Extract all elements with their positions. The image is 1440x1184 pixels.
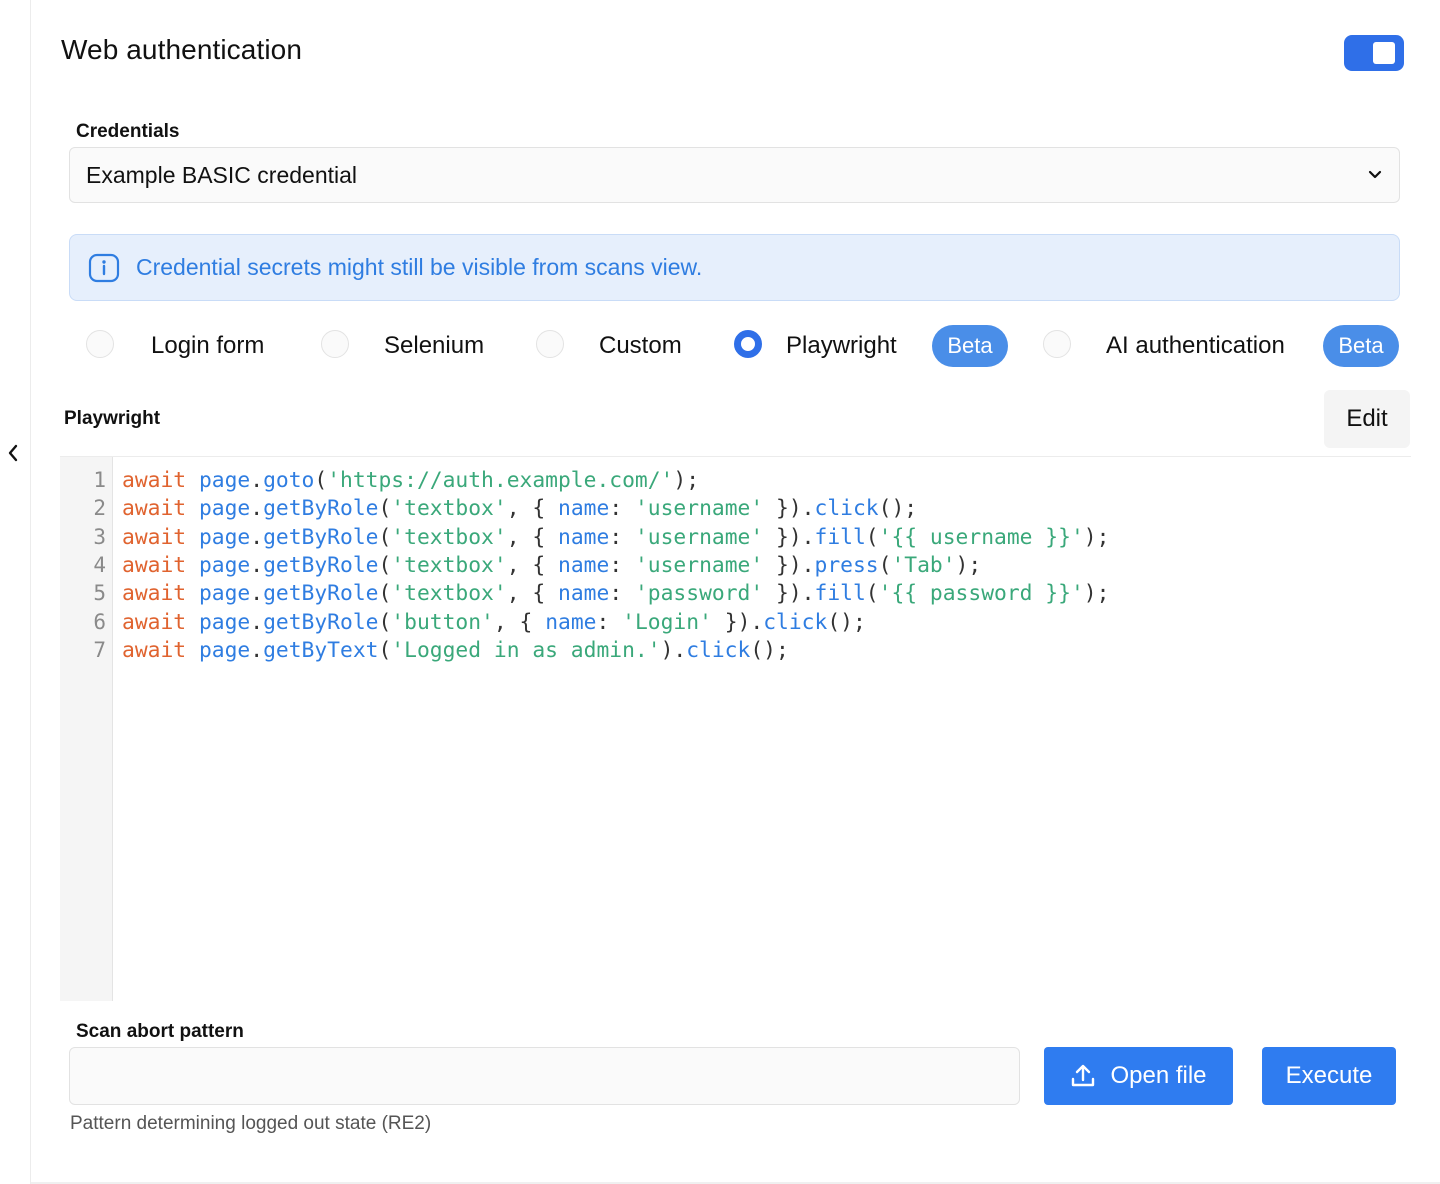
- radio-label-ai-authentication[interactable]: AI authentication: [1106, 332, 1285, 360]
- line-number: 3: [93, 524, 106, 549]
- line-number-gutter: 1 2 3 4 5 6 7: [60, 457, 113, 1001]
- code-line[interactable]: await page.getByRole('textbox', { name: …: [122, 553, 981, 578]
- radio-selenium[interactable]: [321, 330, 349, 358]
- auth-method-radio-group: Login form Selenium Custom Playwright Be…: [86, 324, 1406, 370]
- code-line[interactable]: await page.getByText('Logged in as admin…: [122, 638, 789, 663]
- execute-button[interactable]: Execute: [1262, 1047, 1396, 1105]
- code-line[interactable]: await page.getByRole('textbox', { name: …: [122, 496, 917, 521]
- section-title: Web authentication: [61, 34, 303, 65]
- line-number: 5: [93, 581, 106, 606]
- radio-ai-authentication[interactable]: [1043, 330, 1071, 358]
- playwright-script-label: Playwright: [64, 408, 161, 429]
- upload-icon: [1072, 1064, 1095, 1087]
- radio-custom[interactable]: [536, 330, 564, 358]
- chevron-left-icon: [8, 444, 18, 462]
- radio-playwright[interactable]: [734, 330, 762, 358]
- info-banner-message: Credential secrets might still be visibl…: [136, 254, 703, 280]
- info-icon: [88, 253, 120, 282]
- line-number: 6: [93, 609, 106, 634]
- radio-label-custom[interactable]: Custom: [599, 332, 682, 360]
- radio-login-form[interactable]: [86, 330, 114, 358]
- line-number: 4: [93, 552, 106, 577]
- open-file-button[interactable]: Open file: [1044, 1047, 1233, 1105]
- web-authentication-toggle[interactable]: [1344, 35, 1404, 71]
- edit-script-button[interactable]: Edit: [1324, 390, 1410, 448]
- beta-badge-ai-authentication: Beta: [1323, 325, 1399, 367]
- code-line[interactable]: await page.getByRole('button', { name: '…: [122, 610, 866, 635]
- line-number: 1: [93, 468, 106, 492]
- web-authentication-panel: Web authentication Credentials Example B…: [31, 0, 1440, 1184]
- info-banner: Credential secrets might still be visibl…: [69, 234, 1400, 301]
- radio-label-login-form[interactable]: Login form: [151, 332, 264, 360]
- code-line[interactable]: await page.goto('https://auth.example.co…: [122, 468, 699, 493]
- code-editor[interactable]: 1 2 3 4 5 6 7 await page.goto('https://auth.ex…: [60, 456, 1411, 1001]
- toggle-knob: [1373, 42, 1395, 64]
- scan-abort-pattern-hint: Pattern determining logged out state (RE…: [70, 1113, 432, 1134]
- line-number: 7: [93, 637, 106, 662]
- chevron-down-icon: [1368, 170, 1382, 179]
- collapse-panel-button[interactable]: [2, 440, 24, 466]
- radio-label-selenium[interactable]: Selenium: [384, 332, 484, 360]
- scan-abort-pattern-input[interactable]: [69, 1047, 1020, 1105]
- code-line[interactable]: await page.getByRole('textbox', { name: …: [122, 525, 1109, 550]
- code-content[interactable]: await page.goto('https://auth.example.co…: [122, 457, 1402, 1001]
- credentials-select-value: Example BASIC credential: [86, 161, 358, 188]
- credentials-select[interactable]: Example BASIC credential: [69, 147, 1400, 203]
- line-number: 2: [93, 496, 106, 521]
- code-line[interactable]: await page.getByRole('textbox', { name: …: [122, 581, 1109, 606]
- scan-abort-pattern-label: Scan abort pattern: [76, 1021, 244, 1042]
- credentials-label: Credentials: [76, 121, 180, 142]
- radio-label-playwright[interactable]: Playwright: [786, 332, 897, 360]
- left-rail: [0, 0, 31, 1184]
- open-file-label: Open file: [1110, 1062, 1207, 1089]
- beta-badge-playwright: Beta: [932, 325, 1008, 367]
